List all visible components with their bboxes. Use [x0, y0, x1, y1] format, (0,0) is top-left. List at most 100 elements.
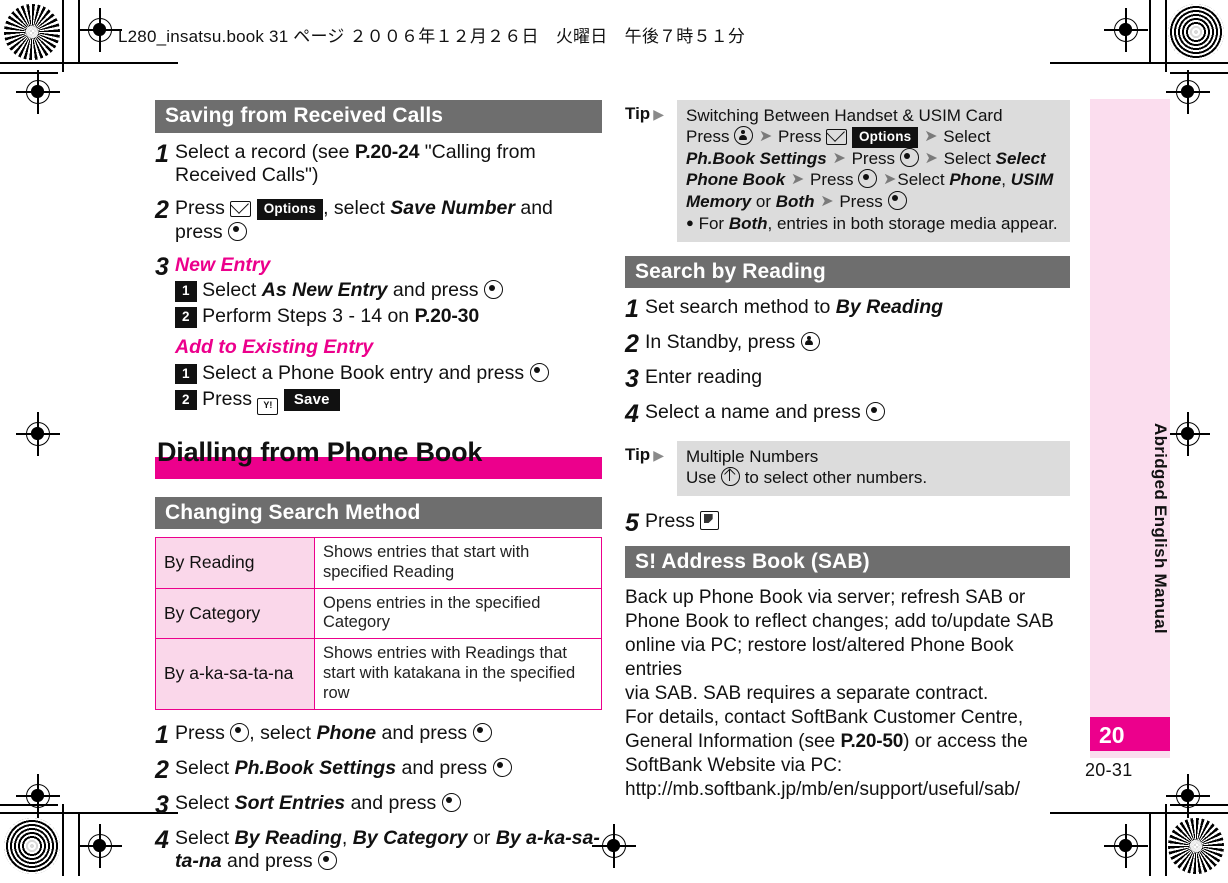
tip-box-switching-handset-usim: Tip ▶ Switching Between Handset & USIM Ca…	[625, 100, 1070, 242]
substep-marker: 1	[175, 281, 197, 302]
chapter-number-badge: 20	[1090, 717, 1170, 751]
flow-arrow-icon: ➤	[924, 149, 938, 167]
page-canvas: L280_insatsu.book 31 ページ ２００６年１２月２６日 火曜日…	[0, 0, 1228, 876]
flow-arrow-icon: ➤	[790, 171, 805, 189]
center-key-icon	[492, 757, 512, 777]
menu-item-by-reading[interactable]: By Reading	[235, 827, 342, 849]
menu-item-both[interactable]: Both	[729, 214, 768, 233]
page-number: 20-31	[1085, 760, 1133, 780]
step-number: 3	[155, 252, 169, 281]
softkey-options-label: Options	[256, 199, 324, 220]
substep-item: 2 Perform Steps 3 - 14 on P.20-30	[175, 305, 602, 329]
page-reference[interactable]: P.20-24	[355, 141, 420, 163]
substep-marker: 2	[175, 307, 197, 328]
page-reference[interactable]: P.20-50	[840, 731, 903, 752]
step-number: 4	[155, 825, 169, 854]
tip-arrow-icon: ▶	[653, 447, 664, 464]
menu-item-ph-book-settings[interactable]: Ph.Book Settings	[235, 757, 396, 779]
sab-line: via SAB. SAB requires a separate contrac…	[625, 683, 989, 705]
registration-rosette-top-right	[1168, 4, 1224, 60]
step-number: 2	[155, 755, 169, 784]
sidebar-vertical-label: Abridged English Manual	[1151, 423, 1170, 634]
step-item: 1 Set search method to By Reading	[625, 296, 1070, 322]
step-number: 3	[155, 790, 169, 819]
step-item: 2 In Standby, press	[625, 331, 1070, 357]
registration-mark-tl-a	[78, 8, 122, 52]
menu-item-phone[interactable]: Phone	[949, 170, 1001, 189]
menu-item-by-reading[interactable]: By Reading	[836, 296, 943, 318]
flow-arrow-icon: ➤	[832, 149, 846, 167]
step-number: 2	[155, 196, 169, 225]
table-cell-description: Shows entries that start with specified …	[314, 537, 602, 589]
chapter-heading-text: Dialling from Phone Book	[157, 436, 483, 467]
left-column: Saving from Received Calls 1 Select a re…	[155, 100, 602, 883]
step-item: 4 Select a name and press	[625, 401, 1070, 427]
menu-item-by-category[interactable]: By Category	[353, 827, 468, 849]
registration-mark-tr-a	[1104, 8, 1148, 52]
step-text: Set search method to By Reading	[645, 296, 944, 319]
registration-mark-bl-b	[78, 824, 122, 868]
step-text: Press	[645, 510, 1070, 534]
subsection-title-new-entry: New Entry	[175, 253, 271, 276]
step-text: Press Options, select Save Number and pr…	[175, 197, 553, 243]
registration-mark-mr	[1166, 412, 1210, 456]
center-key-icon	[529, 362, 549, 382]
step-number: 2	[625, 330, 639, 359]
table-cell-description: Opens entries in the specified Category	[314, 587, 602, 640]
crop-line-top-right-v2	[1149, 0, 1151, 62]
menu-item-save-number[interactable]: Save Number	[390, 197, 515, 219]
sab-line: SoftBank Website via PC:	[625, 754, 843, 776]
tip-label: Tip ▶	[625, 441, 677, 465]
crop-line-top-left-h	[0, 62, 178, 64]
step-number: 3	[625, 365, 639, 394]
step-text: Select a name and press	[645, 401, 1070, 425]
substep-item: 2 Press Y! Save	[175, 388, 602, 415]
mail-key-icon	[230, 201, 252, 218]
crop-line-bottom-left-v	[62, 804, 64, 876]
center-key-icon	[866, 402, 886, 422]
step-number: 1	[155, 139, 169, 168]
center-key-icon	[441, 792, 461, 812]
flow-arrow-icon: ➤	[820, 192, 834, 210]
flow-arrow-icon: ➤	[758, 128, 773, 146]
right-column: Tip ▶ Switching Between Handset & USIM Ca…	[625, 100, 1070, 802]
step-item: 1 Press , select Phone and press	[155, 722, 602, 748]
sab-url[interactable]: http://mb.softbank.jp/mb/en/support/usef…	[625, 779, 1020, 800]
step-item: 3 Select Sort Entries and press	[155, 792, 602, 818]
crop-line-top-right-v	[1165, 0, 1167, 72]
sab-paragraph: Back up Phone Book via server; refresh S…	[625, 587, 1054, 800]
registration-mark-br-b	[1104, 824, 1148, 868]
menu-item-phone[interactable]: Phone	[316, 722, 376, 744]
section-heading-saving-from-received-calls: Saving from Received Calls	[155, 100, 602, 133]
center-key-icon	[228, 221, 248, 241]
registration-mark-tl-b	[16, 70, 60, 114]
menu-item-as-new-entry[interactable]: As New Entry	[262, 279, 388, 301]
center-key-icon	[899, 147, 919, 167]
step-text: New Entry 1 Select As New Entry and pres…	[175, 254, 602, 415]
sab-line: Phone Book to reflect changes; add to/up…	[625, 611, 1054, 633]
menu-item-sort-entries[interactable]: Sort Entries	[235, 792, 346, 814]
tip-tail-text: to select other numbers.	[739, 468, 928, 488]
step-item: 3 Enter reading	[625, 366, 1070, 392]
chapter-number-text: 20	[1099, 722, 1125, 748]
step-text: Select By Reading, By Category or By a-k…	[175, 826, 600, 873]
center-key-icon	[858, 169, 878, 189]
table-row: By a-ka-sa-ta-na Shows entries with Read…	[155, 638, 602, 710]
tip-title: Switching Between Handset & USIM Card	[686, 106, 1003, 125]
registration-mark-tr-b	[1166, 70, 1210, 114]
registration-mark-bl-a	[16, 774, 60, 818]
section-heading-s-address-book: S! Address Book (SAB)	[625, 545, 1070, 579]
search-method-table: By Reading Shows entries that start with…	[155, 537, 602, 710]
step-text: Enter reading	[645, 366, 763, 389]
table-cell-description: Shows entries with Readings that start w…	[314, 638, 602, 710]
center-key-icon	[472, 722, 492, 742]
tip-arrow-icon: ▶	[653, 106, 664, 122]
step-text: Select Sort Entries and press	[175, 792, 602, 816]
phonebook-key-icon	[800, 332, 820, 352]
menu-item-both[interactable]: Both	[776, 192, 815, 211]
substep-marker: 1	[175, 363, 197, 385]
page-reference[interactable]: P.20-30	[415, 305, 480, 327]
registration-mark-ml	[16, 412, 60, 456]
menu-item-ph-book-settings[interactable]: Ph.Book Settings	[686, 149, 827, 168]
registration-rosette-top-left	[4, 4, 60, 60]
